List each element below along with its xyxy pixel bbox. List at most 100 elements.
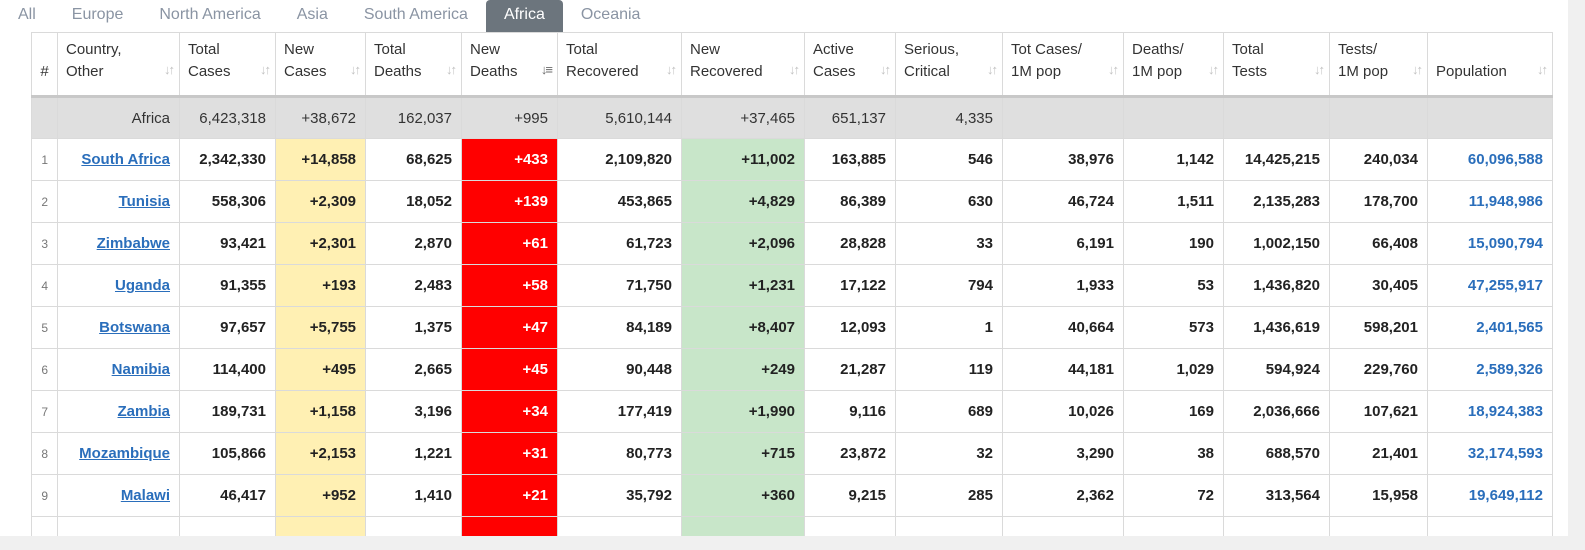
country-link[interactable]: Zimbabwe <box>97 235 170 252</box>
sort-icon[interactable]: ↓↑ <box>1537 59 1548 81</box>
deaths-1m-cell: 573 <box>1123 306 1224 349</box>
sort-descending-icon[interactable]: ↓≡ <box>541 59 553 81</box>
country-link[interactable]: Uganda <box>115 277 170 294</box>
total-deaths-cell: 2,665 <box>365 348 462 391</box>
sort-icon[interactable]: ↓↑ <box>987 59 998 81</box>
country-cell: Uganda <box>57 264 180 307</box>
tests-1m-cell: 178,700 <box>1329 180 1428 223</box>
tab-africa[interactable]: Africa <box>485 0 563 32</box>
header-total-recovered[interactable]: Total Recovered ↓↑ <box>557 32 682 98</box>
new-deaths-cell: +34 <box>461 390 558 433</box>
table-row: 2 Tunisia 558,306 +2,309 18,052 +139 453,865 +4… <box>31 180 1553 223</box>
tab-north-america[interactable]: North America <box>141 0 278 32</box>
total-recovered-cell: 84,189 <box>557 306 682 349</box>
empty-cell <box>681 516 805 536</box>
tab-oceania[interactable]: Oceania <box>563 0 659 32</box>
serious-critical-cell: 1 <box>895 306 1003 349</box>
population-cell: 2,589,326 <box>1427 348 1553 391</box>
sort-icon[interactable]: ↓↑ <box>1208 59 1219 81</box>
header-tot-cases-1m[interactable]: Tot Cases/1M pop ↓↑ <box>1002 32 1124 98</box>
sort-icon[interactable]: ↓↑ <box>164 59 175 81</box>
header-new-cases[interactable]: New Cases ↓↑ <box>275 32 366 98</box>
country-link[interactable]: Tunisia <box>119 193 170 210</box>
header-label: Total <box>1232 41 1264 58</box>
population-cell: 18,924,383 <box>1427 390 1553 433</box>
total-tests-cell: 2,135,283 <box>1223 180 1330 223</box>
header-deaths-1m[interactable]: Deaths/1M pop ↓↑ <box>1123 32 1224 98</box>
new-recovered-cell: +1,231 <box>681 264 805 307</box>
sort-icon[interactable]: ↓↑ <box>1108 59 1119 81</box>
active-cases-cell: 9,116 <box>804 390 896 433</box>
serious-critical-cell: 33 <box>895 222 1003 265</box>
sort-icon[interactable]: ↓↑ <box>350 59 361 81</box>
country-cell: Botswana <box>57 306 180 349</box>
header-total-deaths[interactable]: Total Deaths ↓↑ <box>365 32 462 98</box>
active-cases-cell: 23,872 <box>804 432 896 475</box>
total-deaths-cell: 2,483 <box>365 264 462 307</box>
empty-cell <box>1223 516 1330 536</box>
population-cell: 2,401,565 <box>1427 306 1553 349</box>
new-cases-cell: +495 <box>275 348 366 391</box>
total-cases-cell: 558,306 <box>179 180 276 223</box>
header-new-recovered[interactable]: New Recovered ↓↑ <box>681 32 805 98</box>
rank-cell: 8 <box>31 432 58 475</box>
active-cases-cell: 163,885 <box>804 138 896 181</box>
header-population[interactable]: Population ↓↑ <box>1427 32 1553 98</box>
header-label: Tests <box>1232 63 1268 80</box>
tab-south-america[interactable]: South America <box>346 0 486 32</box>
new-cases-cell: +2,301 <box>275 222 366 265</box>
sort-icon[interactable]: ↓↑ <box>1412 59 1423 81</box>
empty-cell <box>275 516 366 536</box>
country-link[interactable]: South Africa <box>81 151 170 168</box>
total-recovered-cell: 2,109,820 <box>557 138 682 181</box>
header-total-tests[interactable]: Total Tests ↓↑ <box>1223 32 1330 98</box>
sort-icon[interactable]: ↓↑ <box>666 59 677 81</box>
new-cases-cell: +2,309 <box>275 180 366 223</box>
sort-icon[interactable]: ↓↑ <box>446 59 457 81</box>
header-active-cases[interactable]: Active Cases ↓↑ <box>804 32 896 98</box>
country-link[interactable]: Namibia <box>112 361 170 378</box>
sort-icon[interactable]: ↓↑ <box>1314 59 1325 81</box>
active-cases-cell: 9,215 <box>804 474 896 517</box>
country-link[interactable]: Botswana <box>99 319 170 336</box>
new-recovered-cell: +1,990 <box>681 390 805 433</box>
header-label: Deaths <box>470 63 518 80</box>
tests-1m-cell: 598,201 <box>1329 306 1428 349</box>
total-tests-cell: 14,425,215 <box>1223 138 1330 181</box>
country-link[interactable]: Malawi <box>121 487 170 504</box>
total-tests-cell: 594,924 <box>1223 348 1330 391</box>
tot-cases-1m-cell: 6,191 <box>1002 222 1124 265</box>
population-cell: 32,174,593 <box>1427 432 1553 475</box>
header-label: Critical <box>904 63 950 80</box>
table-header-row: # Country, Other ↓↑ Total Cases ↓↑ New Cases ↓↑ To… <box>31 32 1553 98</box>
deaths-1m-cell: 38 <box>1123 432 1224 475</box>
tab-all[interactable]: All <box>0 0 54 32</box>
new-deaths-cell: +31 <box>461 432 558 475</box>
header-country[interactable]: Country, Other ↓↑ <box>57 32 180 98</box>
rank-cell: 9 <box>31 474 58 517</box>
header-new-deaths[interactable]: New Deaths ↓≡ <box>461 32 558 98</box>
table-row: 8 Mozambique 105,866 +2,153 1,221 +31 80,773 +7… <box>31 432 1553 475</box>
tab-europe[interactable]: Europe <box>54 0 142 32</box>
total-deaths-cell: 18,052 <box>365 180 462 223</box>
country-link[interactable]: Mozambique <box>79 445 170 462</box>
header-label: # <box>40 63 49 80</box>
sort-icon[interactable]: ↓↑ <box>260 59 271 81</box>
sort-icon[interactable]: ↓↑ <box>789 59 800 81</box>
header-total-cases[interactable]: Total Cases ↓↑ <box>179 32 276 98</box>
header-tests-1m[interactable]: Tests/1M pop ↓↑ <box>1329 32 1428 98</box>
header-label: Country, <box>66 41 122 58</box>
active-cases-cell: 21,287 <box>804 348 896 391</box>
serious-critical-cell: 285 <box>895 474 1003 517</box>
new-cases-cell: +952 <box>275 474 366 517</box>
new-cases-cell: +193 <box>275 264 366 307</box>
country-link[interactable]: Zambia <box>117 403 170 420</box>
rank-cell: 1 <box>31 138 58 181</box>
total-deaths-cell: 2,870 <box>365 222 462 265</box>
total-country-cell: Africa <box>57 96 180 139</box>
header-serious-critical[interactable]: Serious, Critical ↓↑ <box>895 32 1003 98</box>
sort-icon[interactable]: ↓↑ <box>880 59 891 81</box>
population-cell: 15,090,794 <box>1427 222 1553 265</box>
total-recovered-cell: 61,723 <box>557 222 682 265</box>
tab-asia[interactable]: Asia <box>279 0 346 32</box>
